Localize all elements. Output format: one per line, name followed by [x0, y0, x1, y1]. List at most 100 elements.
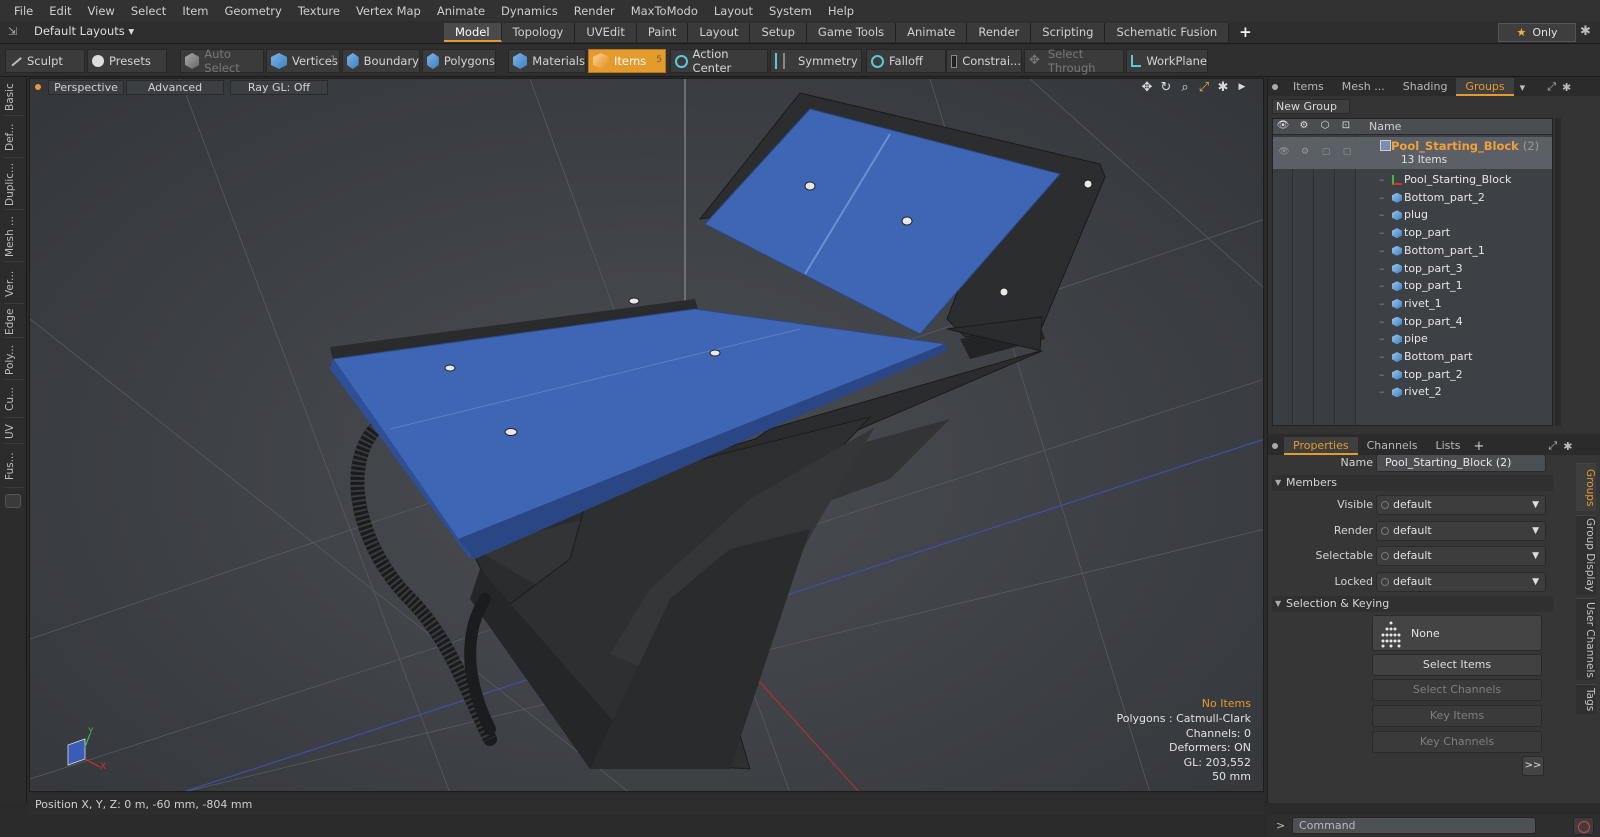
- only-button[interactable]: ★ Only: [1498, 23, 1576, 42]
- tree-item[interactable]: – top_part: [1273, 224, 1552, 242]
- items-button[interactable]: Items 5: [588, 49, 666, 73]
- selectable-select[interactable]: default ▼: [1376, 546, 1546, 566]
- tab-render[interactable]: Render: [967, 23, 1032, 42]
- menu-item-item[interactable]: Item: [174, 4, 216, 18]
- left-tab-7[interactable]: Cu...: [4, 382, 24, 418]
- record-macro-button[interactable]: [1573, 817, 1594, 835]
- tab-model[interactable]: Model: [444, 23, 502, 42]
- symmetry-button[interactable]: Symmetry: [770, 49, 862, 73]
- vertices-button[interactable]: Vertices 1: [266, 49, 340, 73]
- layout-pin-icon[interactable]: ⇲: [8, 25, 22, 39]
- layout-selector[interactable]: Default Layouts ▾: [34, 24, 134, 38]
- play-icon[interactable]: ▶: [1235, 80, 1249, 95]
- side-tab-user-channels[interactable]: User Channels: [1576, 598, 1596, 680]
- side-tab-tags[interactable]: Tags: [1576, 684, 1596, 714]
- move-view-icon[interactable]: ✥: [1140, 80, 1154, 95]
- menu-item-geometry[interactable]: Geometry: [217, 4, 290, 18]
- expand-button[interactable]: >>: [1522, 756, 1544, 776]
- visible-select[interactable]: default ▼: [1376, 495, 1546, 515]
- left-tab-3[interactable]: Mesh ...: [4, 212, 24, 262]
- gear-icon[interactable]: ✱: [1580, 24, 1591, 39]
- left-tab-2[interactable]: Duplic...: [4, 160, 24, 210]
- menu-item-maxtomodo[interactable]: MaxToModo: [623, 4, 706, 18]
- viewport-menu-dot[interactable]: [35, 84, 41, 90]
- menu-item-layout[interactable]: Layout: [706, 4, 761, 18]
- tab-uvedit[interactable]: UVEdit: [575, 23, 637, 42]
- fit-icon[interactable]: ⤢: [1197, 80, 1211, 95]
- selection-keying-section[interactable]: ▼ Selection & Keying: [1272, 596, 1553, 612]
- constraints-button[interactable]: Constrai...: [946, 49, 1022, 73]
- menu-item-render[interactable]: Render: [566, 4, 623, 18]
- tree-item[interactable]: – Bottom_part_2: [1273, 189, 1552, 207]
- menu-item-dynamics[interactable]: Dynamics: [493, 4, 566, 18]
- key-channels-button[interactable]: Key Channels: [1372, 731, 1542, 753]
- raygl-button[interactable]: Ray GL: Off: [230, 80, 328, 95]
- tree-item[interactable]: – Bottom_part: [1273, 348, 1552, 366]
- menu-item-texture[interactable]: Texture: [290, 4, 348, 18]
- add-layout-tab-icon[interactable]: +: [1229, 23, 1262, 42]
- visibility-toggle-icon[interactable]: 👁: [1278, 147, 1290, 157]
- tree-item[interactable]: – Pool_Starting_Block: [1273, 171, 1552, 189]
- menu-item-file[interactable]: File: [6, 4, 41, 18]
- tree-item[interactable]: – top_part_1: [1273, 277, 1552, 295]
- tree-item[interactable]: – pipe: [1273, 330, 1552, 348]
- materials-button[interactable]: Materials: [508, 49, 586, 73]
- panel-tab-groups[interactable]: Groups: [1456, 78, 1514, 96]
- tree-scrollbar[interactable]: [1555, 118, 1561, 426]
- settings-icon[interactable]: ✱: [1216, 80, 1230, 95]
- expand-panel-icon[interactable]: ⤢: [1548, 439, 1557, 453]
- advanced-button[interactable]: Advanced: [126, 80, 224, 95]
- menu-item-view[interactable]: View: [80, 4, 123, 18]
- render-select[interactable]: default ▼: [1376, 521, 1546, 541]
- perspective-button[interactable]: Perspective: [48, 80, 124, 95]
- gear-icon[interactable]: ✱: [1563, 440, 1572, 453]
- select-through-button[interactable]: ✥ Select Through: [1024, 47, 1124, 75]
- left-tab-6[interactable]: Poly...: [4, 340, 24, 380]
- panel-tab-items[interactable]: Items: [1284, 78, 1333, 96]
- falloff-button[interactable]: Falloff: [866, 49, 946, 73]
- expand-panel-icon[interactable]: ⤢: [1547, 80, 1556, 94]
- boundary-button[interactable]: Boundary: [342, 49, 420, 73]
- tab-setup[interactable]: Setup: [750, 23, 807, 42]
- select-channels-button[interactable]: Select Channels: [1372, 679, 1542, 701]
- sculpt-button[interactable]: Sculpt: [5, 49, 85, 73]
- tab-topology[interactable]: Topology: [501, 23, 576, 42]
- tree-item[interactable]: – top_part_2: [1273, 366, 1552, 384]
- members-section[interactable]: ▼ Members: [1272, 475, 1553, 491]
- gear-icon[interactable]: ✱: [1562, 81, 1571, 94]
- key-items-button[interactable]: Key Items: [1372, 705, 1542, 727]
- select-items-button[interactable]: Select Items: [1372, 654, 1542, 676]
- tree-item[interactable]: – plug: [1273, 206, 1552, 224]
- tab-layout[interactable]: Layout: [688, 23, 751, 42]
- command-input[interactable]: Command: [1292, 817, 1536, 834]
- name-field[interactable]: Pool_Starting_Block (2): [1376, 454, 1546, 472]
- new-group-button[interactable]: New Group: [1272, 99, 1350, 114]
- tree-item[interactable]: – top_part_3: [1273, 260, 1552, 278]
- presets-button[interactable]: Presets: [87, 49, 167, 73]
- menu-item-system[interactable]: System: [761, 4, 820, 18]
- 3d-viewport[interactable]: Y X Perspective Advanced Ray GL: Off ✥ ↻…: [29, 78, 1264, 792]
- left-tab-0[interactable]: Basic: [4, 80, 24, 116]
- locked-select[interactable]: default ▼: [1376, 572, 1546, 592]
- tab-scripting[interactable]: Scripting: [1031, 23, 1106, 42]
- tab-paint[interactable]: Paint: [636, 23, 689, 42]
- side-tab-groups[interactable]: Groups: [1576, 463, 1596, 511]
- tab-schematic-fusion[interactable]: Schematic Fusion: [1105, 23, 1230, 42]
- tree-item[interactable]: – rivet_1: [1273, 295, 1552, 313]
- menu-item-select[interactable]: Select: [123, 4, 174, 18]
- group-row[interactable]: 👁 ⚙ ▢ ▢ Pool_Starting_Block (2) 13 Items: [1273, 137, 1552, 169]
- panel-tab-mesh[interactable]: Mesh ...: [1333, 78, 1394, 96]
- render-toggle-icon[interactable]: ⚙: [1299, 147, 1311, 157]
- menu-item-help[interactable]: Help: [820, 4, 862, 18]
- menu-item-animate[interactable]: Animate: [429, 4, 493, 18]
- left-tab-1[interactable]: Def...: [4, 118, 24, 158]
- side-tab-group-display[interactable]: Group Display: [1576, 515, 1596, 595]
- zoom-icon[interactable]: ⌕: [1178, 80, 1192, 95]
- tree-item[interactable]: – top_part_4: [1273, 313, 1552, 331]
- auto-select-button[interactable]: Auto Select: [180, 47, 264, 75]
- tab-animate[interactable]: Animate: [896, 23, 968, 42]
- left-tab-9[interactable]: Fus...: [4, 446, 24, 488]
- left-tab-8[interactable]: UV: [4, 420, 24, 444]
- lock-toggle-icon[interactable]: ▢: [1320, 147, 1332, 157]
- select-toggle-icon[interactable]: ▢: [1341, 147, 1353, 157]
